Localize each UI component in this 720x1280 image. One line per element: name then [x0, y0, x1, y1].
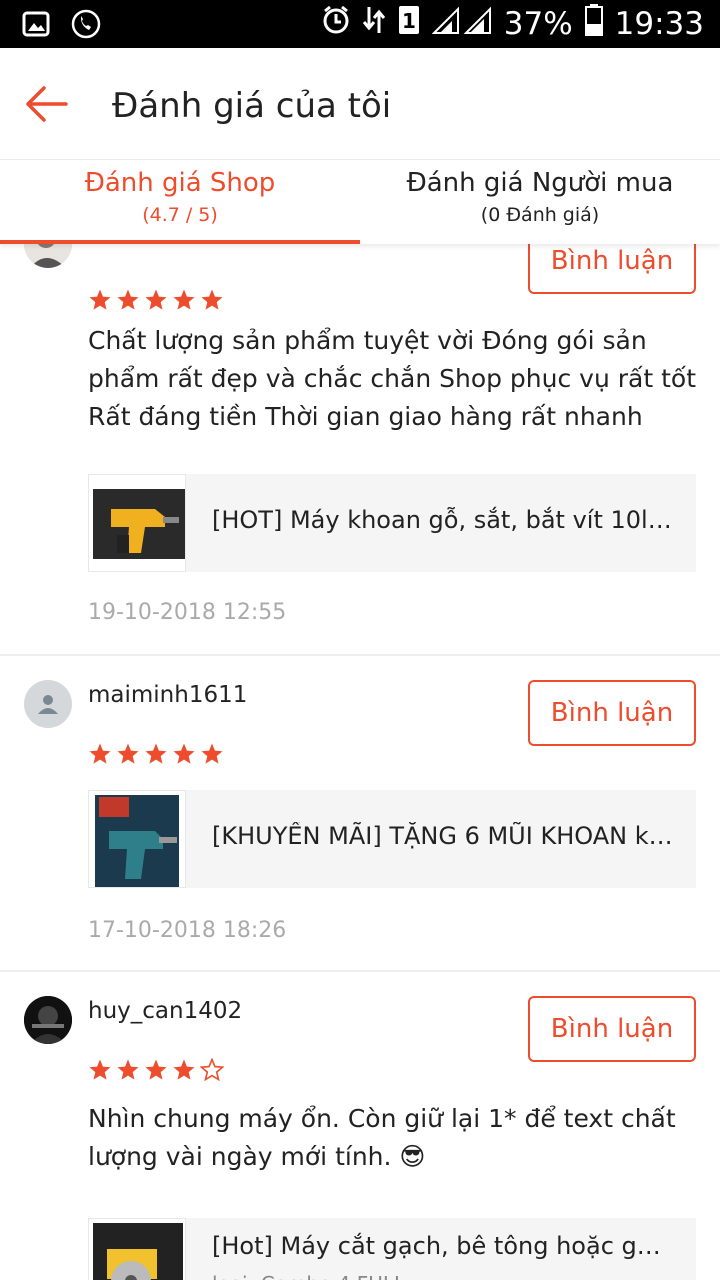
battery-icon	[584, 4, 603, 44]
star-filled-icon	[117, 743, 139, 764]
list-item: maiminh1611 Bình luận [KHUYẾN MÃI] TẶNG …	[0, 656, 720, 970]
alarm-icon	[322, 5, 350, 43]
review-list[interactable]: trumchuyenci94 Bình luận Chất lượng sản …	[0, 244, 720, 1280]
tab-sublabel: (0 Đánh giá)	[480, 204, 600, 226]
star-filled-icon	[145, 289, 167, 310]
star-filled-icon	[89, 743, 111, 764]
product-thumbnail	[88, 1218, 186, 1280]
star-filled-icon	[145, 1059, 167, 1080]
app-bar: Đánh giá của tôi	[0, 48, 720, 160]
star-rating	[88, 1058, 224, 1082]
sim-icon: 1	[398, 5, 420, 43]
comment-button[interactable]: Bình luận	[528, 244, 696, 294]
comment-button[interactable]: Bình luận	[528, 996, 696, 1062]
product-card[interactable]: [KHUYẾN MÃI] TẶNG 6 MŨI KHOAN khi mua má…	[88, 790, 696, 888]
product-name: [HOT] Máy khoan gỗ, sắt, bắt vít 10ly Dc…	[212, 506, 674, 534]
star-empty-icon	[200, 1058, 224, 1082]
data-icon	[362, 5, 386, 43]
review-date: 17-10-2018 18:26	[88, 918, 287, 943]
review-text: Chất lượng sản phẩm tuyệt vời Đóng gói s…	[88, 326, 697, 431]
tab-indicator	[0, 240, 360, 244]
avatar[interactable]	[24, 244, 72, 268]
battery-percent: 37%	[503, 6, 573, 42]
avatar[interactable]	[24, 996, 72, 1044]
back-button[interactable]	[24, 84, 68, 124]
tab-bar: Đánh giá Shop (4.7 / 5) Đánh giá Người m…	[0, 160, 720, 244]
tab-label: Đánh giá Người mua	[406, 168, 674, 198]
username[interactable]: maiminh1611	[88, 682, 247, 708]
back-arrow-icon	[26, 86, 68, 122]
tab-buyer-reviews[interactable]: Đánh giá Người mua (0 Đánh giá)	[360, 160, 720, 244]
list-item: huy_can1402 Bình luận Nhìn chung máy ổn.…	[0, 972, 720, 1280]
tab-label: Đánh giá Shop	[84, 168, 276, 198]
review-date: 19-10-2018 12:55	[88, 600, 287, 625]
star-rating	[88, 288, 224, 312]
star-filled-icon	[173, 289, 195, 310]
star-filled-icon	[173, 1059, 195, 1080]
svg-text:1: 1	[402, 9, 416, 33]
star-filled-icon	[89, 1059, 111, 1080]
star-filled-icon	[89, 289, 111, 310]
review-text: Nhìn chung máy ổn. Còn giữ lại 1* để tex…	[88, 1104, 676, 1171]
tab-sublabel: (4.7 / 5)	[142, 204, 218, 226]
status-bar: 1 37% 19:33	[0, 0, 720, 48]
comment-button[interactable]: Bình luận	[528, 680, 696, 746]
product-card[interactable]: [HOT] Máy khoan gỗ, sắt, bắt vít 10ly Dc…	[88, 474, 696, 572]
product-thumbnail	[88, 790, 186, 888]
star-filled-icon	[145, 743, 167, 764]
page-title: Đánh giá của tôi	[112, 86, 392, 126]
star-filled-icon	[173, 743, 195, 764]
product-name: [KHUYẾN MÃI] TẶNG 6 MŨI KHOAN khi mua má…	[212, 822, 674, 850]
signal-icon	[431, 5, 492, 43]
star-filled-icon	[117, 289, 139, 310]
gallery-icon	[20, 8, 52, 40]
phone-icon	[70, 8, 102, 40]
user-icon	[38, 695, 58, 714]
product-thumbnail	[88, 474, 186, 572]
tab-shop-reviews[interactable]: Đánh giá Shop (4.7 / 5)	[0, 160, 360, 244]
product-card[interactable]: [Hot] Máy cắt gạch, bê tông hoặc gỗ... l…	[88, 1218, 696, 1280]
clock: 19:33	[614, 6, 704, 42]
star-filled-icon	[201, 289, 223, 310]
avatar[interactable]	[24, 680, 72, 728]
star-filled-icon	[201, 743, 223, 764]
list-item: trumchuyenci94 Bình luận Chất lượng sản …	[0, 244, 720, 656]
star-rating	[88, 742, 224, 766]
product-variant: loại: Combo 4 FULL	[212, 1272, 674, 1280]
star-filled-icon	[117, 1059, 139, 1080]
username[interactable]: huy_can1402	[88, 998, 242, 1024]
product-name: [Hot] Máy cắt gạch, bê tông hoặc gỗ...	[212, 1232, 674, 1260]
